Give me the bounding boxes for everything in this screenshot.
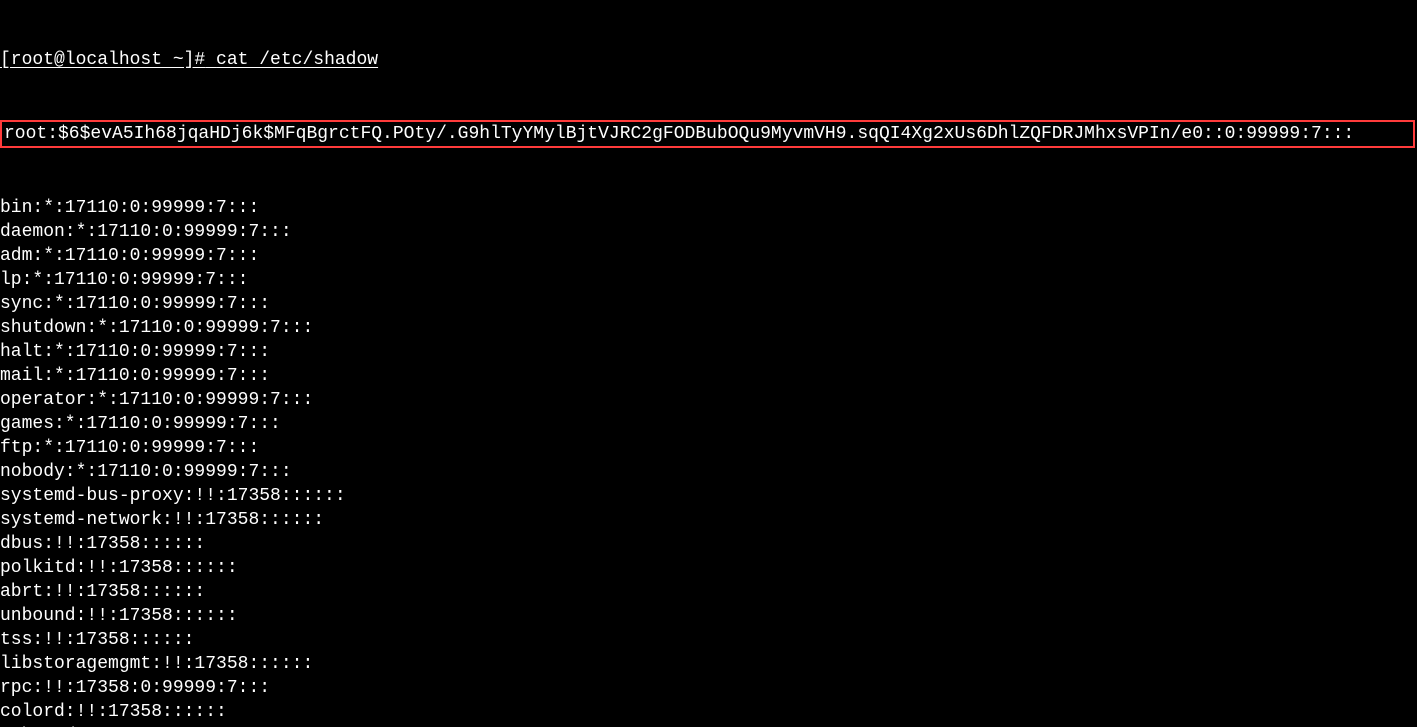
shadow-entry-line: libstoragemgmt:!!:17358::::::: [0, 652, 1417, 676]
shadow-entry-line: systemd-network:!!:17358::::::: [0, 508, 1417, 532]
shadow-entry-line: nobody:*:17110:0:99999:7:::: [0, 460, 1417, 484]
shadow-entry-line: colord:!!:17358::::::: [0, 700, 1417, 724]
shadow-entry-line: dbus:!!:17358::::::: [0, 532, 1417, 556]
shadow-entry-line: mail:*:17110:0:99999:7:::: [0, 364, 1417, 388]
shadow-entry-line: systemd-bus-proxy:!!:17358::::::: [0, 484, 1417, 508]
shell-prompt: [root@localhost ~]#: [0, 50, 205, 70]
shadow-entry-line: halt:*:17110:0:99999:7:::: [0, 340, 1417, 364]
shadow-entry-line: unbound:!!:17358::::::: [0, 604, 1417, 628]
shadow-entry-line: shutdown:*:17110:0:99999:7:::: [0, 316, 1417, 340]
shadow-entry-line: abrt:!!:17358::::::: [0, 580, 1417, 604]
typed-command: cat /etc/shadow: [216, 50, 378, 70]
shadow-entry-line: lp:*:17110:0:99999:7:::: [0, 268, 1417, 292]
shadow-entry-line: adm:*:17110:0:99999:7:::: [0, 244, 1417, 268]
shadow-entry-line: tss:!!:17358::::::: [0, 628, 1417, 652]
shadow-entry-line: rpc:!!:17358:0:99999:7:::: [0, 676, 1417, 700]
shadow-file-output: bin:*:17110:0:99999:7:::daemon:*:17110:0…: [0, 196, 1417, 727]
shadow-entry-line: operator:*:17110:0:99999:7:::: [0, 388, 1417, 412]
shadow-entry-line: games:*:17110:0:99999:7:::: [0, 412, 1417, 436]
terminal-window[interactable]: [root@localhost ~]# cat /etc/shadow root…: [0, 0, 1417, 727]
shadow-entry-line: bin:*:17110:0:99999:7:::: [0, 196, 1417, 220]
shadow-entry-line: sync:*:17110:0:99999:7:::: [0, 292, 1417, 316]
shadow-entry-line: ftp:*:17110:0:99999:7:::: [0, 436, 1417, 460]
shadow-entry-line: polkitd:!!:17358::::::: [0, 556, 1417, 580]
shadow-entry-line: daemon:*:17110:0:99999:7:::: [0, 220, 1417, 244]
highlighted-root-entry: root:$6$evA5Ih68jqaHDj6k$MFqBgrctFQ.POty…: [0, 120, 1415, 148]
command-prompt-line: [root@localhost ~]# cat /etc/shadow: [0, 48, 1417, 72]
